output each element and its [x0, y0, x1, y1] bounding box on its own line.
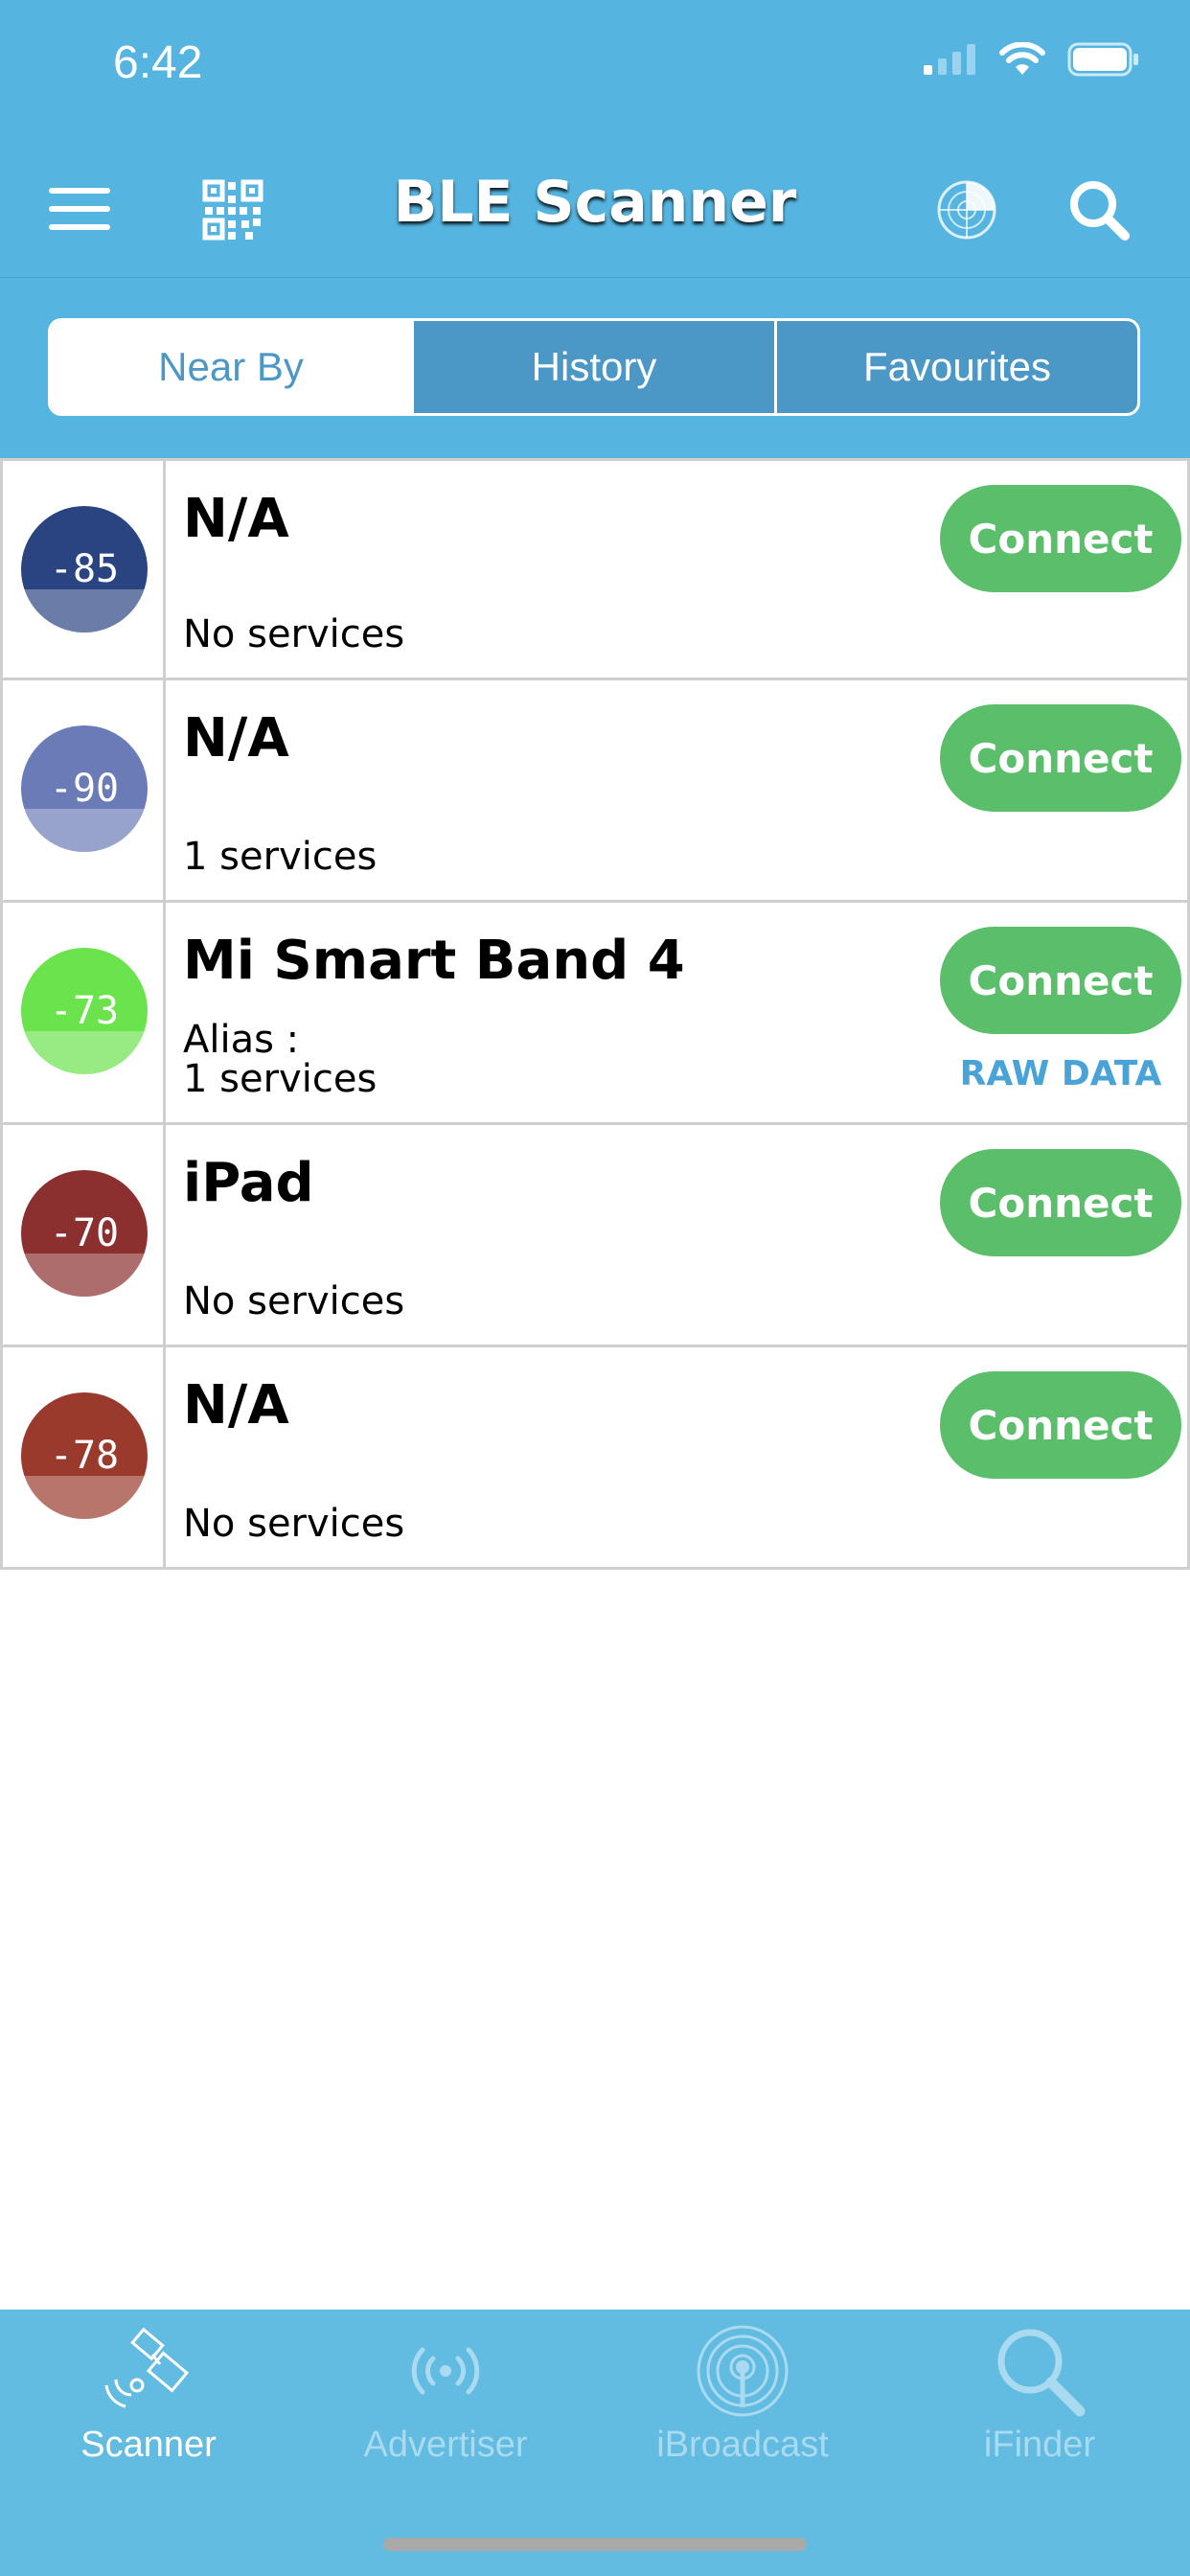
connect-button[interactable]: Connect — [940, 1149, 1181, 1256]
beacon-icon — [697, 2325, 789, 2417]
rssi-badge: -90 — [21, 725, 148, 852]
device-services: No services — [183, 1502, 405, 1546]
rssi-badge: -78 — [21, 1392, 148, 1519]
tab-label: Scanner — [80, 2425, 217, 2465]
wifi-icon — [999, 42, 1045, 75]
device-services: 1 services — [183, 1057, 378, 1101]
list-item[interactable]: -70 iPad No services Connect — [0, 1125, 1190, 1347]
device-services: No services — [183, 1279, 405, 1323]
status-time: 6:42 — [113, 37, 203, 88]
rssi-badge: -70 — [21, 1170, 148, 1297]
rssi-cell: -85 — [3, 461, 166, 678]
device-name: N/A — [183, 488, 289, 550]
list-item[interactable]: -73 Mi Smart Band 4 Alias : 1 services C… — [0, 903, 1190, 1125]
tab-label: iBroadcast — [656, 2425, 829, 2465]
status-icons — [924, 42, 1140, 77]
segmented-control: Near By History Favourites — [48, 318, 1140, 416]
app-header: 6:42 BLE Scanner — [0, 0, 1190, 279]
list-item[interactable]: -78 N/A No services Connect — [0, 1347, 1190, 1570]
tab-label: iFinder — [983, 2425, 1096, 2465]
connect-button[interactable]: Connect — [940, 485, 1181, 592]
radar-button[interactable] — [935, 178, 998, 242]
device-name: N/A — [183, 1374, 289, 1437]
tab-ifinder[interactable]: iFinder — [891, 2319, 1188, 2482]
tab-advertiser[interactable]: Advertiser — [297, 2319, 594, 2482]
broadcast-icon — [411, 2347, 480, 2395]
tab-near-by[interactable]: Near By — [51, 321, 411, 413]
tab-scanner[interactable]: Scanner — [0, 2319, 297, 2482]
connect-button[interactable]: Connect — [940, 704, 1181, 812]
tab-favourites[interactable]: Favourites — [774, 321, 1137, 413]
connect-button[interactable]: Connect — [940, 927, 1181, 1034]
rssi-cell: -78 — [3, 1347, 166, 1567]
radar-icon — [937, 180, 996, 240]
satellite-icon — [104, 2328, 190, 2408]
page-title: BLE Scanner — [393, 169, 797, 236]
tab-bar: Scanner Advertiser iBroadcast iFinder — [0, 2310, 1190, 2576]
search-button[interactable] — [1065, 176, 1133, 243]
device-services: 1 services — [183, 835, 378, 879]
device-services: No services — [183, 612, 405, 656]
rssi-cell: -70 — [3, 1125, 166, 1345]
tab-label: Advertiser — [363, 2425, 528, 2465]
home-indicator[interactable] — [383, 2538, 807, 2551]
battery-icon — [1067, 42, 1138, 77]
connect-button[interactable]: Connect — [940, 1371, 1181, 1479]
device-name: N/A — [183, 707, 289, 770]
search-icon — [1070, 181, 1130, 241]
device-name: Mi Smart Band 4 — [183, 930, 685, 992]
tab-ibroadcast[interactable]: iBroadcast — [594, 2319, 891, 2482]
device-list: -85 N/A No services Connect -90 N/A 1 se… — [0, 458, 1190, 1570]
list-item[interactable]: -85 N/A No services Connect — [0, 458, 1190, 680]
magnifier-icon — [997, 2329, 1086, 2417]
device-alias: Alias : — [183, 1018, 300, 1062]
rssi-badge: -73 — [21, 948, 148, 1074]
signal-icon — [924, 44, 975, 75]
device-name: iPad — [183, 1152, 314, 1214]
list-item[interactable]: -90 N/A 1 services Connect — [0, 680, 1190, 903]
tab-history[interactable]: History — [411, 321, 774, 413]
rssi-cell: -90 — [3, 680, 166, 900]
raw-data-link[interactable]: RAW DATA — [940, 1054, 1181, 1093]
rssi-badge: -85 — [21, 506, 148, 632]
rssi-cell: -73 — [3, 903, 166, 1122]
